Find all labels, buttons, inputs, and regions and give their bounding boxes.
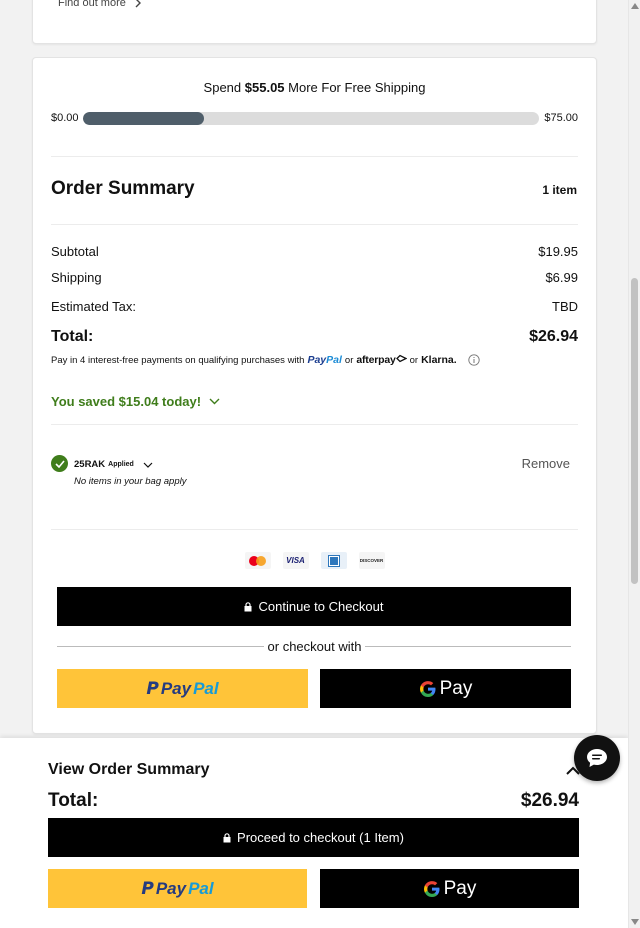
shipping-progress-bar <box>83 112 539 125</box>
divider <box>51 156 578 157</box>
paypal-button[interactable]: 𝙋 Pay Pal <box>57 669 308 708</box>
check-circle-icon <box>51 455 68 472</box>
lock-icon <box>223 832 231 842</box>
afterpay-logo: afterpay <box>356 354 408 366</box>
progress-max-label: $75.00 <box>544 112 578 124</box>
total-value: $26.94 <box>529 328 578 345</box>
shipping-row: Shipping $6.99 <box>51 270 578 285</box>
sticky-total-value: $26.94 <box>520 790 579 811</box>
paypal-b: Pal <box>188 878 214 898</box>
proceed-to-checkout-button[interactable]: Proceed to checkout (1 Item) <box>48 818 579 857</box>
amex-icon <box>320 552 347 569</box>
item-count: 1 item <box>542 183 577 197</box>
total-row: Total: $26.94 <box>51 328 578 346</box>
free-shipping-message: Spend $55.05 More For Free Shipping <box>33 80 596 95</box>
find-out-more-label: Find out more <box>58 0 126 9</box>
shipping-label: Shipping <box>51 270 102 285</box>
paypal-p-icon: 𝙋 <box>146 678 159 698</box>
chevron-down-icon <box>209 398 220 405</box>
shipping-progress-fill <box>83 112 205 125</box>
promo-code-toggle[interactable]: 25RAK Applied <box>74 459 153 470</box>
discover-icon: DISCOVER <box>358 552 385 569</box>
sticky-checkout-bar: View Order Summary Total: $26.94 Proceed… <box>0 738 628 928</box>
accepted-cards: VISA DISCOVER <box>33 552 596 569</box>
or-text-2: or <box>409 354 419 366</box>
continue-label: Continue to Checkout <box>258 599 384 614</box>
shipping-amount: $55.05 <box>244 80 285 95</box>
view-order-summary-toggle[interactable]: View Order Summary <box>48 761 210 779</box>
proceed-label: Proceed to checkout (1 Item) <box>237 830 404 845</box>
paypal-b: Pal <box>193 678 219 698</box>
gpay-label: Pay <box>439 677 473 699</box>
or-checkout-with: or checkout with <box>33 639 596 654</box>
tax-label: Estimated Tax: <box>51 299 137 314</box>
info-icon[interactable] <box>468 354 480 366</box>
scrollbar-thumb[interactable] <box>631 278 638 584</box>
afterpay-mark-icon <box>395 354 408 363</box>
find-out-more-link[interactable]: Find out more <box>58 0 142 9</box>
divider <box>51 424 578 425</box>
subtotal-value: $19.95 <box>538 244 578 259</box>
divider <box>51 529 578 530</box>
google-pay-button[interactable]: Pay <box>320 669 571 708</box>
remove-promo-button[interactable]: Remove <box>522 456 570 471</box>
installments-text: Pay in 4 interest-free payments on quali… <box>51 354 305 366</box>
google-g-icon <box>419 680 436 697</box>
paypal-button[interactable]: 𝙋 Pay Pal <box>48 869 307 908</box>
chevron-down-icon <box>143 462 153 468</box>
paypal-logo-b: Pal <box>326 354 342 366</box>
afterpay-label: afterpay <box>356 354 396 366</box>
paypal-logo-a: Pay <box>307 354 327 366</box>
subtotal-label: Subtotal <box>51 244 99 259</box>
total-label: Total: <box>51 328 94 345</box>
continue-to-checkout-button[interactable]: Continue to Checkout <box>57 587 571 626</box>
google-pay-button[interactable]: Pay <box>320 869 579 908</box>
chat-button[interactable] <box>574 735 620 781</box>
paypal-logo: 𝙋 Pay Pal <box>141 879 213 899</box>
scroll-up-icon[interactable] <box>631 3 639 9</box>
savings-toggle[interactable]: You saved $15.04 today! <box>51 394 220 409</box>
tax-value: TBD <box>552 299 578 314</box>
divider <box>51 224 578 225</box>
mastercard-icon <box>244 552 271 569</box>
sticky-total-label: Total: <box>48 790 99 811</box>
order-summary-title: Order Summary <box>51 178 195 199</box>
info-card-partial: Find out more <box>32 0 597 44</box>
chat-icon <box>587 749 607 767</box>
google-g-icon <box>423 880 440 897</box>
promo-applied: Applied <box>108 461 134 468</box>
paypal-logo: 𝙋 Pay Pal <box>146 679 218 699</box>
shipping-value: $6.99 <box>545 270 578 285</box>
progress-min-label: $0.00 <box>51 112 79 124</box>
visa-icon: VISA <box>282 552 309 569</box>
paypal-p-icon: 𝙋 <box>141 878 154 898</box>
savings-text: You saved $15.04 today! <box>51 394 202 409</box>
chevron-right-icon <box>135 0 141 8</box>
or-text-1: or <box>344 354 354 366</box>
gpay-label: Pay <box>443 877 477 899</box>
paypal-a: Pay <box>155 878 187 898</box>
scrollbar[interactable] <box>628 0 640 928</box>
tax-row: Estimated Tax: TBD <box>51 299 578 314</box>
shipping-prefix: Spend <box>203 80 242 95</box>
shipping-suffix: More For Free Shipping <box>288 80 426 95</box>
paypal-a: Pay <box>160 678 192 698</box>
or-checkout-with-label: or checkout with <box>263 639 366 654</box>
promo-code: 25RAK <box>74 459 106 470</box>
lock-icon <box>244 601 252 611</box>
subtotal-row: Subtotal $19.95 <box>51 244 578 259</box>
promo-note: No items in your bag apply <box>74 476 187 487</box>
order-summary-card: Spend $55.05 More For Free Shipping $0.0… <box>32 57 597 734</box>
scroll-down-icon[interactable] <box>631 919 639 925</box>
paypal-logo: PayPal <box>307 354 341 366</box>
klarna-logo: Klarna. <box>421 354 457 366</box>
installments-message: Pay in 4 interest-free payments on quali… <box>51 354 480 366</box>
